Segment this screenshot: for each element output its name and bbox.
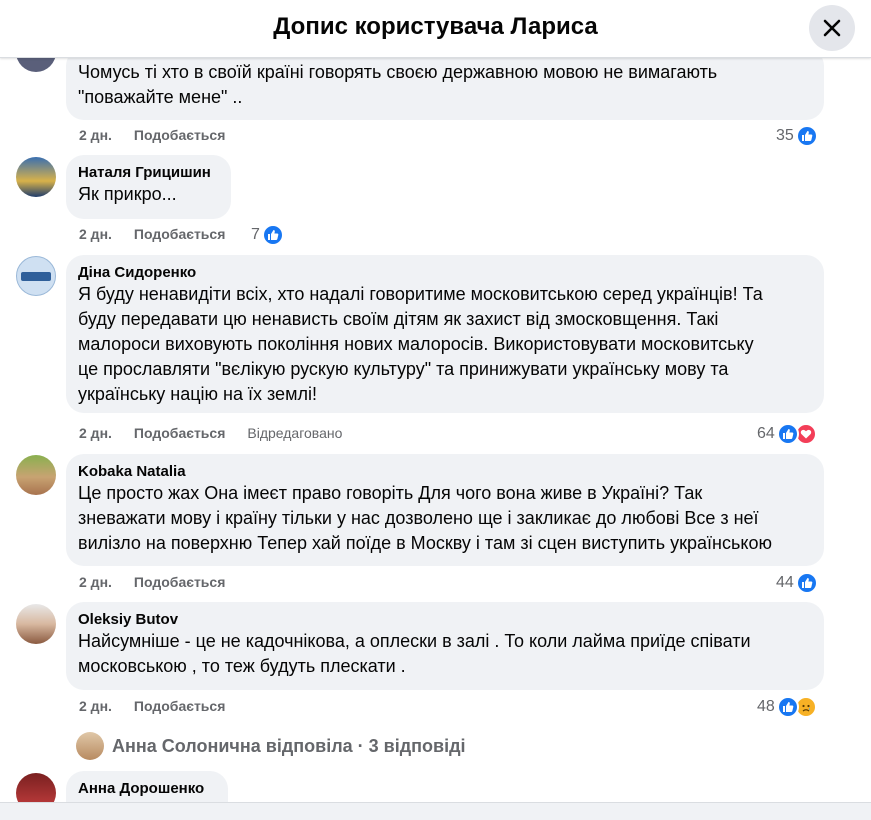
like-icon: [261, 224, 284, 246]
avatar[interactable]: [16, 604, 56, 644]
view-replies-link[interactable]: Анна Солонична відповіла · 3 відповіді: [76, 732, 466, 760]
comment-text-line: Чомусь ті хто в своїй країні говорять св…: [78, 62, 718, 82]
like-icon: [776, 423, 799, 445]
avatar[interactable]: [16, 157, 56, 197]
like-icon: [776, 696, 799, 718]
avatar[interactable]: [16, 773, 56, 802]
comment-bubble: Kobaka Natalia Це просто жах Она імеєт п…: [66, 454, 824, 566]
dialog-title: Допис користувача Лариса: [273, 13, 598, 40]
avatar[interactable]: [16, 455, 56, 495]
reaction-summary[interactable]: 7: [251, 224, 284, 246]
comment-text-line: московською , то теж будуть плескати .: [78, 656, 406, 676]
comment-author[interactable]: Kobaka Natalia: [78, 462, 812, 481]
comment-text-line: Як прикро...: [78, 184, 177, 204]
comment-bubble: Наталя Грицишин Як прикро...: [66, 155, 231, 219]
comment-text-line: буду передавати цю ненависть своїм дітям…: [78, 309, 719, 329]
comment-time[interactable]: 2 дн.: [79, 226, 112, 242]
reaction-summary[interactable]: 44: [776, 572, 818, 594]
comment-text-line: це прославляти "вєлікую рускую культуру"…: [78, 359, 729, 379]
comment-bubble: Чомусь ті хто в своїй країні говорять св…: [66, 58, 824, 120]
comments-list[interactable]: Чомусь ті хто в своїй країні говорять св…: [0, 58, 871, 802]
comment-text-line: Це просто жах Она імеєт право говоріть Д…: [78, 483, 703, 503]
reaction-count: 64: [757, 425, 775, 442]
reaction-count: 7: [251, 226, 260, 243]
comment-author[interactable]: Діна Сидоренко: [78, 263, 812, 282]
comment-actions: 2 дн. Подобається: [79, 226, 247, 242]
like-icon: [795, 125, 818, 147]
comment-author[interactable]: Анна Дорошенко: [78, 779, 216, 798]
comment-time[interactable]: 2 дн.: [79, 574, 112, 590]
replies-label: Анна Солонична відповіла · 3 відповіді: [112, 735, 466, 756]
comment-text-line: Я буду ненавидіти всіх, хто надалі говор…: [78, 284, 763, 304]
like-button[interactable]: Подобається: [134, 425, 225, 441]
comment-time[interactable]: 2 дн.: [79, 698, 112, 714]
comment-text-line: малороси виховують покоління нових малор…: [78, 334, 754, 354]
reaction-count: 35: [776, 127, 794, 144]
close-icon: [823, 19, 841, 37]
comment-bubble: Oleksiy Butov Найсумніше - це не кадочні…: [66, 602, 824, 690]
comment-actions: 2 дн. Подобається: [79, 698, 247, 714]
comment-bubble: Анна Дорошенко: [66, 771, 228, 802]
reply-avatar: [76, 732, 104, 760]
comment-time[interactable]: 2 дн.: [79, 127, 112, 143]
comment-text-line: "поважайте мене" ..: [78, 87, 243, 107]
like-icon: [795, 572, 818, 594]
comment-bubble: Діна Сидоренко Я буду ненавидіти всіх, х…: [66, 255, 824, 413]
edited-label[interactable]: Відредаговано: [247, 425, 342, 441]
avatar[interactable]: [16, 58, 56, 72]
comment-author[interactable]: Oleksiy Butov: [78, 610, 812, 629]
comment-text-line: вилізло на поверхню Тепер хай поїде в Мо…: [78, 533, 772, 553]
comment-text-line: українську націю на їх землі!: [78, 384, 317, 404]
comment-actions: 2 дн. Подобається: [79, 574, 247, 590]
comment-composer-edge: [0, 802, 871, 820]
comment-text-line: Найсумніше - це не кадочнікова, а оплеск…: [78, 631, 751, 651]
like-button[interactable]: Подобається: [134, 698, 225, 714]
comment-author[interactable]: Наталя Грицишин: [78, 163, 219, 182]
like-button[interactable]: Подобається: [134, 226, 225, 242]
comment-actions: 2 дн. Подобається: [79, 127, 247, 143]
reaction-count: 48: [757, 698, 775, 715]
dialog-header: Допис користувача Лариса: [0, 0, 871, 58]
like-button[interactable]: Подобається: [134, 574, 225, 590]
like-button[interactable]: Подобається: [134, 127, 225, 143]
reaction-summary[interactable]: 35: [776, 125, 818, 147]
comment-time[interactable]: 2 дн.: [79, 425, 112, 441]
comment-text-line: зневажати мову і країну тільки у нас доз…: [78, 508, 759, 528]
close-button[interactable]: [809, 5, 855, 51]
reaction-count: 44: [776, 574, 794, 591]
avatar[interactable]: [16, 256, 56, 296]
reaction-summary[interactable]: 48: [757, 696, 817, 718]
reaction-summary[interactable]: 64: [757, 423, 817, 445]
comment-actions: 2 дн. Подобається Відредаговано: [79, 425, 364, 441]
